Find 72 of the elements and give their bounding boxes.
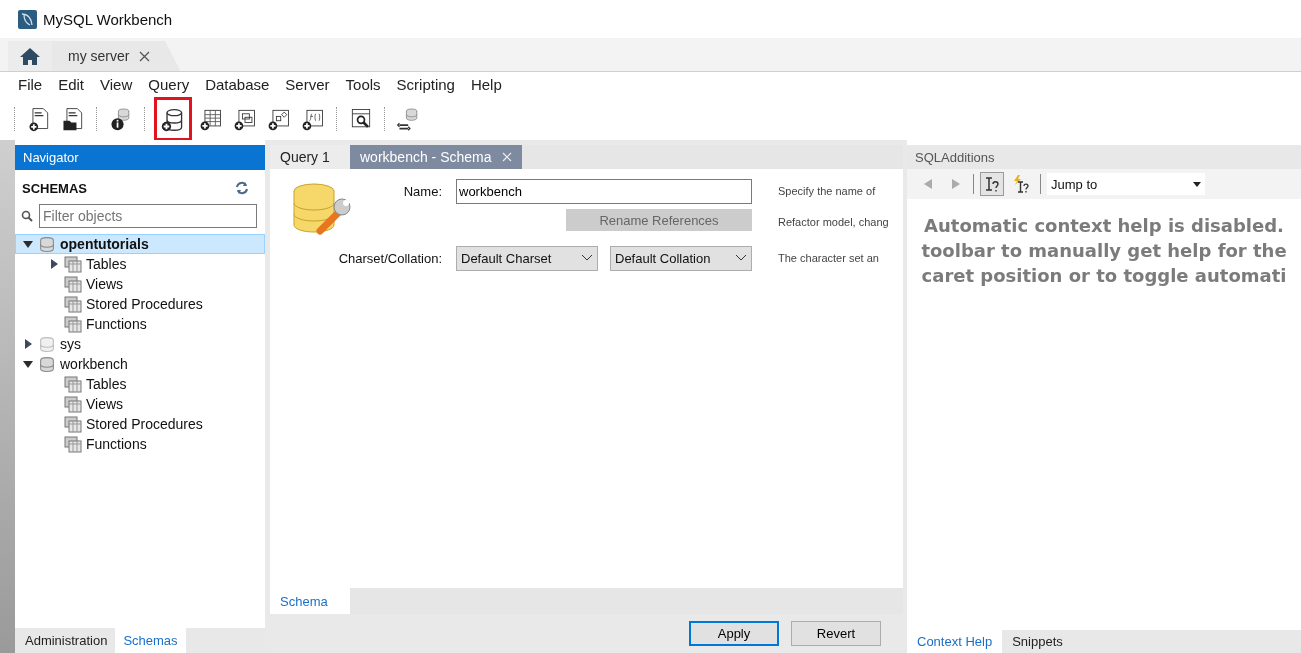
tree-item[interactable]: Functions <box>15 434 265 454</box>
collapsed-arrow-icon[interactable] <box>48 258 60 270</box>
collation-dropdown[interactable]: Default Collation <box>610 245 752 271</box>
tree-item[interactable]: Functions <box>15 314 265 334</box>
tree-item[interactable]: Tables <box>15 374 265 394</box>
menu-item[interactable]: Database <box>197 76 278 93</box>
revert-button[interactable]: Revert <box>791 621 881 646</box>
folder-tables-icon <box>64 415 82 433</box>
menu-item[interactable]: Server <box>277 76 338 93</box>
navigator-header: Navigator <box>15 145 265 170</box>
folder-tables-icon <box>64 375 82 393</box>
expanded-arrow-icon[interactable] <box>22 358 34 370</box>
database-wrench-icon <box>290 181 354 237</box>
field-label: Charset/Collation: <box>337 250 443 266</box>
panel-tab[interactable]: Snippets <box>1002 630 1073 653</box>
menu-item[interactable]: Help <box>462 76 510 93</box>
panel-tab[interactable]: Schema <box>270 588 350 614</box>
window-title: MySQL Workbench <box>43 10 173 28</box>
folder-tables-icon <box>64 315 82 333</box>
name-field[interactable]: workbench <box>456 178 752 204</box>
connection-tab[interactable]: my server <box>52 41 181 71</box>
chevron-down-icon <box>735 254 747 262</box>
expanded-arrow-icon[interactable] <box>22 238 34 250</box>
menu-item[interactable]: File <box>10 76 51 93</box>
field-label: Name: <box>402 183 443 199</box>
forward-arrow-icon <box>951 178 961 190</box>
folder-tables-icon <box>64 255 82 273</box>
charset-dropdown[interactable]: Default Charset <box>456 245 598 271</box>
chevron-down-icon <box>581 254 593 262</box>
tree-item[interactable]: workbench <box>15 354 265 374</box>
panel-tab[interactable]: Administration <box>17 628 116 653</box>
back-arrow-icon <box>923 178 933 190</box>
search-icon <box>21 210 33 222</box>
apply-button[interactable]: Apply <box>689 621 779 646</box>
panel-header: SQLAdditions <box>907 145 1301 169</box>
menu-item[interactable]: Edit <box>50 76 93 93</box>
tree-item[interactable]: sys <box>15 334 265 354</box>
collapsed-arrow-icon[interactable] <box>22 338 34 350</box>
folder-tables-icon <box>64 435 82 453</box>
tree-item[interactable]: Views <box>15 274 265 294</box>
folder-tables-icon <box>64 275 82 293</box>
panel-tab[interactable]: Schemas <box>115 628 186 653</box>
refresh-icon[interactable] <box>235 181 249 195</box>
editor-tab[interactable]: Query 1 <box>270 145 350 169</box>
cursor-help-icon <box>983 175 1001 193</box>
tree-item[interactable]: opentutorials <box>15 234 265 254</box>
folder-tables-icon <box>64 295 82 313</box>
filter-field[interactable]: Filter objects <box>39 204 257 228</box>
tree-item[interactable]: Tables <box>15 254 265 274</box>
menu-item[interactable]: Scripting <box>388 76 463 93</box>
section-title: SCHEMAS <box>22 180 87 196</box>
home-icon <box>19 47 41 65</box>
jump-to-dropdown[interactable]: Jump to <box>1047 173 1205 195</box>
help-message: Automatic context help is disabled. toolbar to manually get help for the caret position or to toggle automati <box>920 214 1288 288</box>
menu-item[interactable]: Tools <box>337 76 389 93</box>
lightning-help-icon <box>1013 175 1031 193</box>
caret-icon <box>1193 181 1201 187</box>
menu-item[interactable]: View <box>92 76 141 93</box>
tree-item[interactable]: Stored Procedures <box>15 414 265 434</box>
dolphin-logo-icon <box>18 9 37 29</box>
panel-tab[interactable]: Context Help <box>907 630 1003 653</box>
rename-references-button[interactable]: Rename References <box>566 209 752 231</box>
hint-text: Specify the name of <box>777 185 877 197</box>
menu-item[interactable]: Query <box>140 76 198 93</box>
tree-item[interactable]: Views <box>15 394 265 414</box>
manual-help-button[interactable] <box>980 172 1004 196</box>
tree-item[interactable]: Stored Procedures <box>15 294 265 314</box>
hint-text: The character set an <box>777 252 880 264</box>
folder-tables-icon <box>64 395 82 413</box>
close-icon[interactable] <box>139 50 151 62</box>
home-tab[interactable] <box>8 41 52 71</box>
hint-text: Refactor model, chang <box>777 216 890 228</box>
